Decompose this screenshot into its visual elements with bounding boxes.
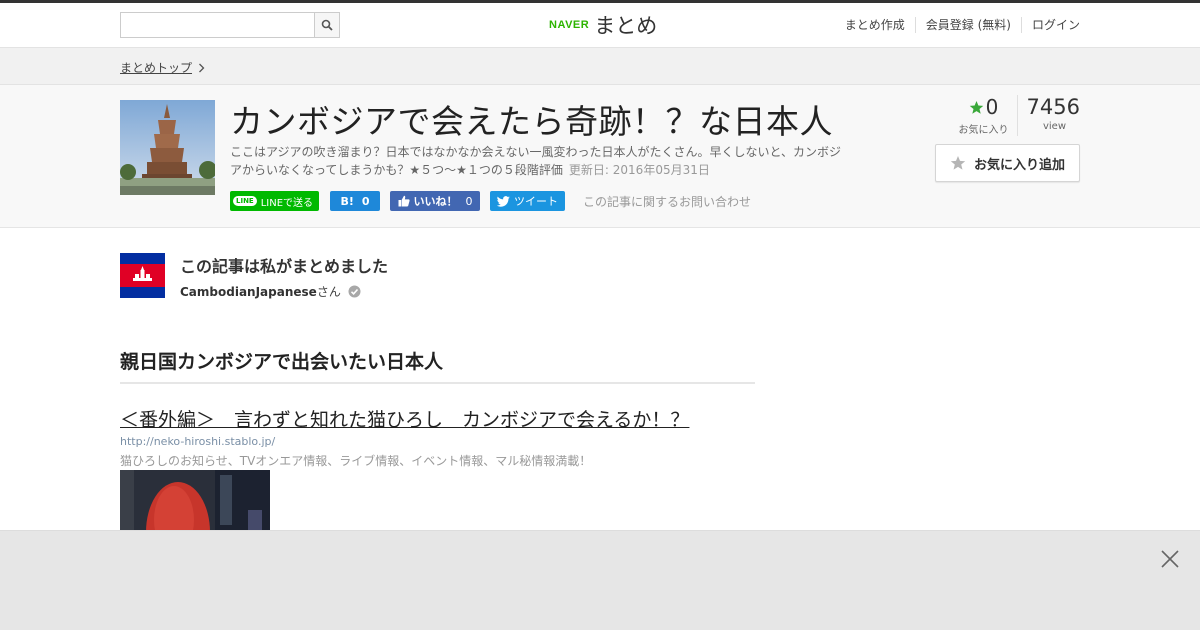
facebook-like-count: 0 (465, 194, 473, 208)
nav-register[interactable]: 会員登録 (無料) (914, 17, 1021, 33)
verified-check-icon (348, 285, 361, 298)
twitter-bird-icon (497, 195, 510, 207)
header-nav: まとめ作成 会員登録 (無料) ログイン (835, 17, 1080, 33)
site-logo[interactable]: NAVER まとめ (549, 11, 657, 39)
search-input[interactable] (121, 13, 315, 37)
chevron-right-icon (198, 63, 205, 73)
search-button[interactable] (314, 13, 339, 37)
star-outline-icon (950, 156, 966, 170)
article-updated-date: 更新日: 2016年05月31日 (568, 163, 710, 177)
logo-matome-text: まとめ (594, 14, 658, 38)
article-header: カンボジアで会えたら奇跡！？な日本人 ここはアジアの吹き溜まり？日本ではなかなか… (0, 85, 1200, 228)
article-title: カンボジアで会えたら奇跡！？な日本人 (230, 102, 833, 141)
favorites-stat: 0 お気に入り (950, 95, 1018, 136)
section-heading: 親日国カンボジアで出会いたい日本人 (120, 347, 755, 384)
author-name: CambodianJapanese さん (180, 283, 361, 300)
author-name-link[interactable]: CambodianJapanese (180, 285, 317, 299)
author-suffix: さん (316, 285, 341, 299)
breadcrumb-link-top[interactable]: まとめトップ (120, 59, 192, 76)
author-avatar[interactable] (120, 253, 165, 298)
hatena-icon: B! (340, 194, 354, 208)
star-icon (969, 100, 983, 114)
hatena-bookmark-button[interactable]: B! 0 (330, 191, 381, 211)
article-description: ここはアジアの吹き溜まり？日本ではなかなか会えない一風変わった日本人がたくさん。… (230, 143, 850, 179)
breadcrumb: まとめトップ (120, 59, 205, 76)
views-stat: 7456 view (1018, 95, 1080, 136)
link-card-url[interactable]: http://neko-hiroshi.stablo.jp/ (120, 435, 275, 448)
article-stats: 0 お気に入り 7456 view (950, 95, 1080, 136)
favorites-count: 0 (985, 95, 999, 119)
link-card-description: 猫ひろしのお知らせ、TVオンエア情報、ライブ情報、イベント情報、マル秘情報満載！ (120, 454, 592, 468)
favorites-label: お気に入り (958, 125, 1009, 136)
tweet-button[interactable]: ツイート (490, 191, 566, 211)
article-inquiry-link[interactable]: この記事に関するお問い合わせ (583, 193, 751, 210)
bottom-ad-overlay (0, 530, 1200, 630)
line-share-label: LINEで送る (260, 197, 314, 209)
article-description-text: ここはアジアの吹き溜まり？日本ではなかなか会えない一風変わった日本人がたくさん。… (230, 145, 842, 177)
search-box (120, 12, 340, 38)
facebook-like-label: いいね！ (413, 195, 458, 208)
views-label: view (1042, 121, 1066, 132)
close-overlay-button[interactable] (1160, 549, 1180, 569)
article-thumbnail[interactable] (120, 100, 215, 195)
search-icon (321, 19, 333, 31)
views-count: 7456 (1026, 95, 1080, 119)
share-buttons: LINE LINEで送る B! 0 いいね！ 0 ツイート この記事に関するお問… (230, 191, 751, 211)
hatena-count: 0 (361, 194, 370, 208)
tweet-label: ツイート (514, 195, 559, 208)
add-favorite-button[interactable]: お気に入り追加 (935, 144, 1080, 182)
line-share-button[interactable]: LINE LINEで送る (230, 191, 320, 211)
line-icon: LINE (233, 196, 257, 206)
site-header: NAVER まとめ まとめ作成 会員登録 (無料) ログイン (0, 3, 1200, 48)
close-icon (1161, 550, 1179, 568)
thumbs-up-icon (398, 195, 410, 207)
link-card-title[interactable]: ＜番外編＞ 言わずと知れた猫ひろし カンボジアで会えるか！？ (120, 405, 689, 432)
breadcrumb-bar: まとめトップ (0, 48, 1200, 85)
nav-login[interactable]: ログイン (1020, 17, 1080, 33)
add-favorite-label: お気に入り追加 (973, 157, 1065, 173)
author-heading: この記事は私がまとめました (180, 257, 389, 276)
nav-create-matome[interactable]: まとめ作成 (835, 17, 915, 33)
facebook-like-button[interactable]: いいね！ 0 (390, 191, 481, 211)
logo-naver-text: NAVER (549, 19, 590, 31)
